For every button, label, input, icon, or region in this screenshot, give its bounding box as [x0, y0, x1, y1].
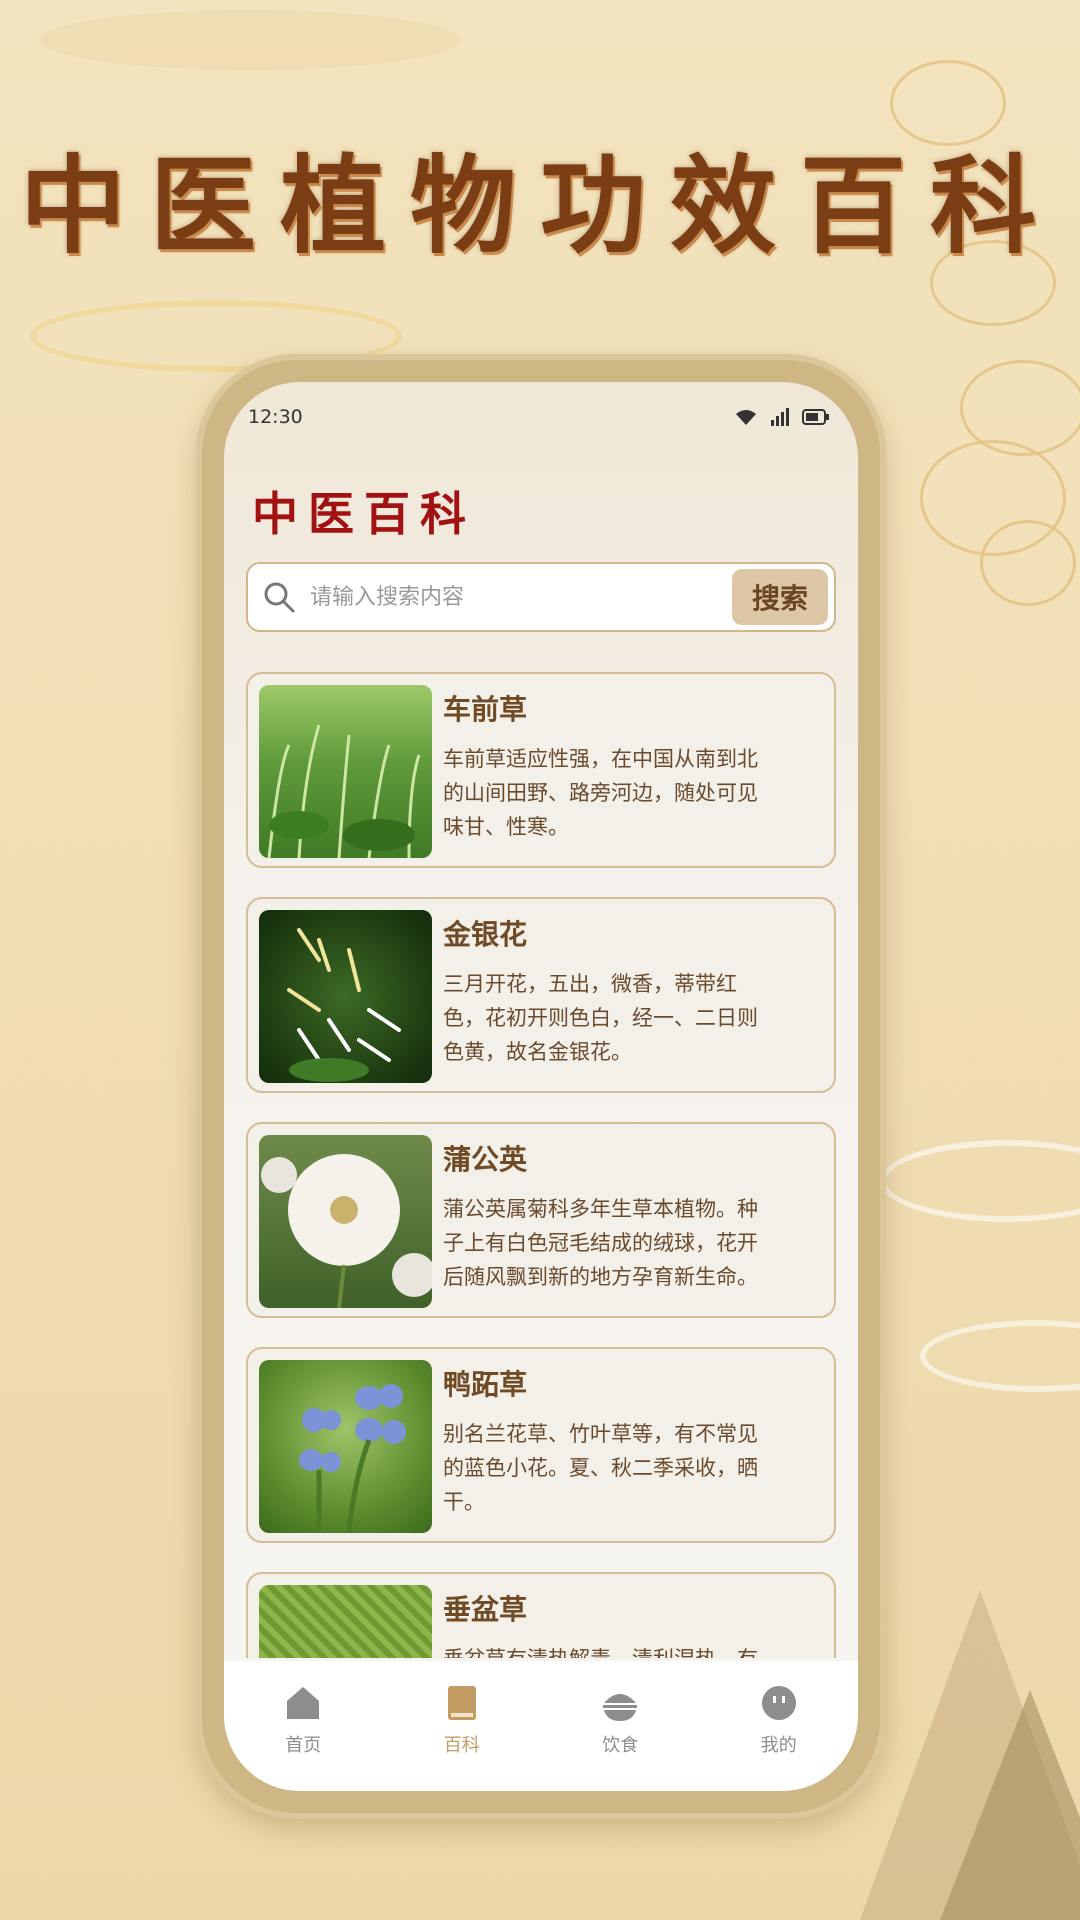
herb-name: 鸭跖草	[443, 1368, 528, 1401]
herb-card[interactable]: 垂盆草 垂盆草有清热解毒、清利湿热，有	[246, 1572, 836, 1658]
herb-name: 垂盆草	[443, 1593, 528, 1626]
herb-card[interactable]: 鸭跖草 别名兰花草、竹叶草等，有不常见 的蓝色小花。夏、秋二季采收，晒 干。	[246, 1347, 836, 1543]
tab-home[interactable]: 首页	[243, 1683, 363, 1757]
herb-card[interactable]: 金银花 三月开花，五出，微香，蒂带红 色，花初开则色白，经一、二日则 色黄，故名金银…	[246, 897, 836, 1093]
tab-label: 饮食	[602, 1735, 639, 1756]
herb-description: 垂盆草有清热解毒、清利湿热，有	[443, 1642, 758, 1658]
tab-diet[interactable]: 饮食	[560, 1683, 680, 1757]
book-icon	[447, 1686, 476, 1720]
phone-frame: 12:30 中医百科 请输入搜索内容 搜索 车前草 车前草适应性强，在中国从南到…	[196, 354, 886, 1819]
herb-list[interactable]: 车前草 车前草适应性强，在中国从南到北 的山间田野、路旁河边，随处可见 味甘、性寒。	[246, 672, 836, 1658]
blue-flower-illustration	[299, 1384, 406, 1533]
herb-description: 别名兰花草、竹叶草等，有不常见 的蓝色小花。夏、秋二季采收，晒 干。	[443, 1422, 758, 1514]
herb-image-plantain	[259, 685, 432, 858]
flower-illustration	[287, 928, 401, 1082]
tab-label: 我的	[760, 1735, 797, 1756]
wifi-icon	[736, 410, 756, 425]
herb-name: 车前草	[443, 693, 528, 726]
promo-title: 中医植物功效百科	[20, 143, 1060, 268]
tab-label: 百科	[443, 1735, 480, 1756]
search-button[interactable]: 搜索	[732, 569, 828, 625]
search-input[interactable]	[308, 583, 732, 611]
bottom-tab-bar: 首页 百科 饮食 我的	[224, 1661, 858, 1791]
dandelion-illustration	[261, 1154, 432, 1308]
status-bar: 12:30	[248, 404, 830, 430]
herb-name: 金银花	[443, 918, 528, 951]
status-time: 12:30	[248, 406, 303, 428]
herb-image-dandelion	[259, 1135, 432, 1308]
face-icon	[761, 1686, 796, 1720]
tab-profile[interactable]: 我的	[719, 1683, 839, 1757]
signal-icon	[771, 408, 789, 426]
search-icon	[264, 582, 295, 613]
app-title: 中医百科	[252, 487, 476, 541]
status-icons	[734, 408, 830, 426]
herb-image-honeysuckle	[259, 910, 432, 1083]
herb-description: 蒲公英属菊科多年生草本植物。种 子上有白色冠毛结成的绒球，花开 后随风飘到新的地方孕…	[443, 1197, 758, 1289]
home-icon	[287, 1687, 320, 1719]
herb-description: 车前草适应性强，在中国从南到北 的山间田野、路旁河边，随处可见 味甘、性寒。	[443, 747, 758, 839]
herb-card[interactable]: 蒲公英 蒲公英属菊科多年生草本植物。种 子上有白色冠毛结成的绒球，花开 后随风飘到新…	[246, 1122, 836, 1318]
search-box: 搜索	[246, 562, 836, 632]
herb-description: 三月开花，五出，微香，蒂带红 色，花初开则色白，经一、二日则 色黄，故名金银花。	[443, 972, 758, 1064]
herb-name: 蒲公英	[443, 1143, 528, 1176]
herb-image-dayflower	[259, 1360, 432, 1533]
battery-icon	[802, 409, 829, 425]
rice-bowl-icon	[603, 1694, 638, 1721]
grass-illustration	[267, 724, 421, 858]
tab-label: 首页	[285, 1735, 322, 1756]
herb-card[interactable]: 车前草 车前草适应性强，在中国从南到北 的山间田野、路旁河边，随处可见 味甘、性寒。	[246, 672, 836, 868]
phone-screen: 12:30 中医百科 请输入搜索内容 搜索 车前草 车前草适应性强，在中国从南到…	[224, 382, 858, 1791]
tab-encyclopedia[interactable]: 百科	[402, 1683, 522, 1757]
herb-image-stringy-stonecrop	[259, 1585, 432, 1658]
